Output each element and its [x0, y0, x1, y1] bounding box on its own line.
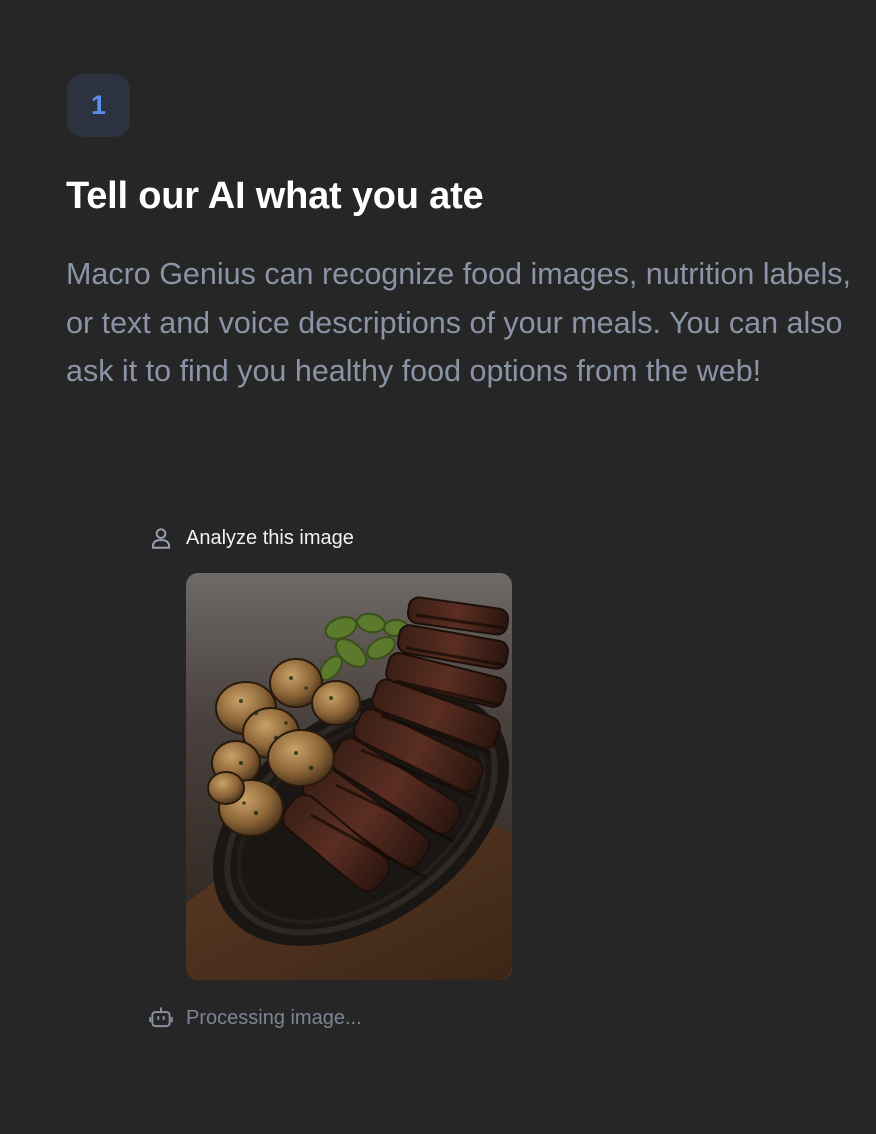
bot-message: Processing image... [146, 1000, 646, 1036]
processing-status-text: Processing image... [186, 1006, 362, 1029]
onboarding-step-page: 1 Tell our AI what you ate Macro Genius … [0, 0, 876, 1134]
user-message-text: Analyze this image [186, 526, 354, 549]
uploaded-food-image[interactable] [186, 573, 512, 980]
feature-description: Macro Genius can recognize food images, … [66, 257, 851, 388]
user-icon [148, 523, 178, 553]
step-number-badge: 1 [67, 74, 130, 137]
page-title: Tell our AI what you ate [66, 175, 484, 217]
chat-demo: Analyze this image Processing image... [146, 520, 646, 1036]
user-message: Analyze this image [146, 520, 646, 556]
step-number: 1 [90, 90, 107, 120]
bot-icon [148, 1003, 178, 1033]
